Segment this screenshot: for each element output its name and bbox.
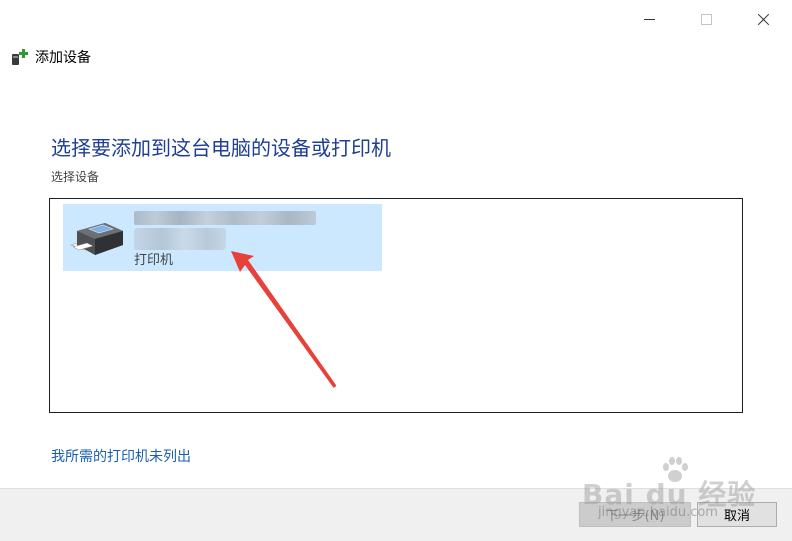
- close-icon: [757, 13, 770, 26]
- window-controls: [621, 0, 792, 38]
- cancel-button[interactable]: 取消: [697, 502, 777, 527]
- dialog-footer: 下一步(N) 取消: [0, 488, 792, 541]
- maximize-button[interactable]: [678, 0, 735, 38]
- page-subheading: 选择设备: [51, 170, 100, 184]
- device-detail-redacted: [134, 228, 226, 250]
- title-bar: 添加设备: [11, 47, 91, 67]
- device-type-label: 打印机: [134, 253, 174, 268]
- printer-icon: [70, 223, 123, 255]
- page-heading: 选择要添加到这台电脑的设备或打印机: [51, 136, 391, 160]
- add-device-window: 添加设备 选择要添加到这台电脑的设备或打印机 选择设备 打印机 我所需的打印机未…: [0, 0, 792, 541]
- minimize-button[interactable]: [621, 0, 678, 38]
- device-list-item[interactable]: 打印机: [63, 204, 382, 271]
- paw-icon: [663, 457, 688, 482]
- maximize-icon: [701, 13, 712, 25]
- add-device-icon: [11, 48, 29, 66]
- window-title: 添加设备: [35, 50, 91, 66]
- device-list[interactable]: 打印机: [49, 198, 743, 413]
- close-button[interactable]: [735, 0, 792, 38]
- printer-not-listed-link[interactable]: 我所需的打印机未列出: [51, 446, 191, 466]
- minimize-icon: [644, 18, 655, 20]
- next-button[interactable]: 下一步(N): [579, 502, 691, 527]
- device-name-redacted: [134, 211, 316, 225]
